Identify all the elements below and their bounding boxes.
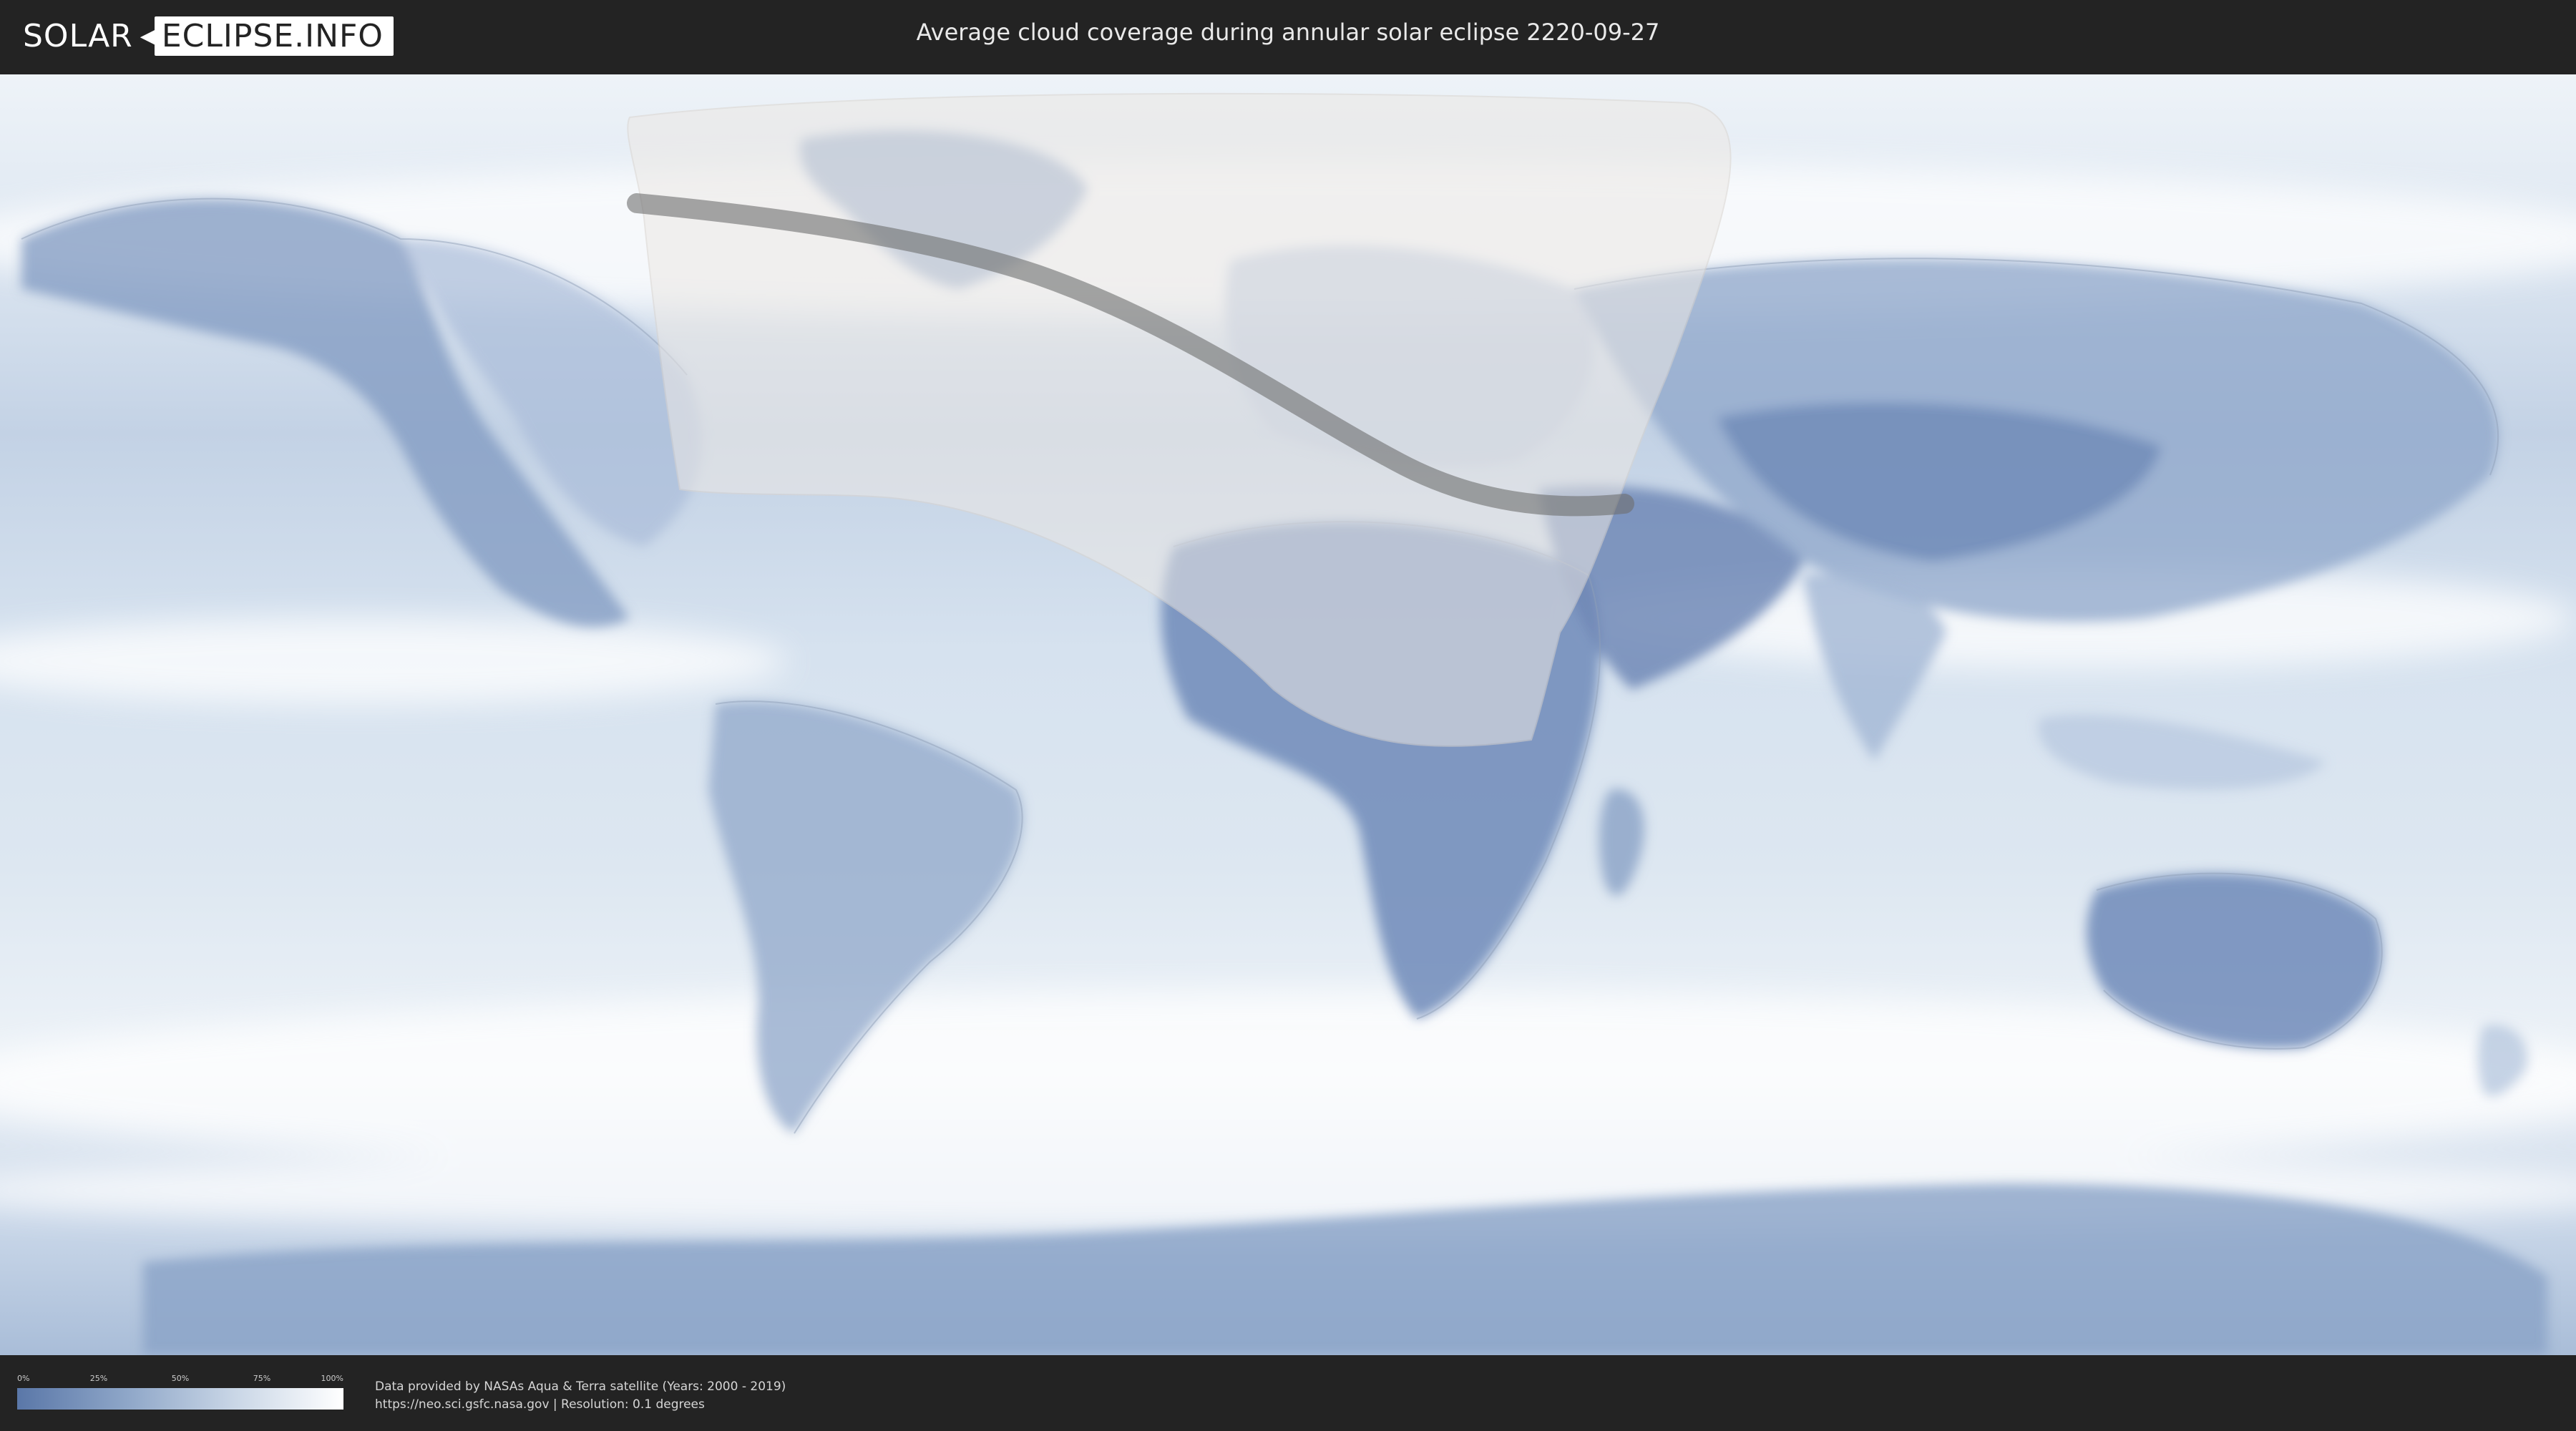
page-title: Average cloud coverage during annular so… — [916, 19, 1660, 46]
legend-tick-100: 100% — [321, 1374, 343, 1383]
legend-tick-75: 75% — [253, 1374, 271, 1383]
credits-line-url[interactable]: https://neo.sci.gsfc.nasa.gov | Resoluti… — [375, 1396, 786, 1414]
cloud-coverage-map[interactable] — [0, 74, 2576, 1355]
credits-line-source: Data provided by NASAs Aqua & Terra sate… — [375, 1379, 786, 1394]
data-credits: Data provided by NASAs Aqua & Terra sate… — [375, 1378, 786, 1414]
legend-tick-50: 50% — [171, 1374, 190, 1383]
world-map-svg — [0, 74, 2576, 1355]
header-bar: SOLAR ◀ ECLIPSE.INFO Average cloud cover… — [0, 0, 2576, 72]
legend-tick-25: 25% — [89, 1374, 108, 1383]
cloud-coverage-legend: 0% 25% 50% 75% 100% — [17, 1374, 343, 1411]
legend-tick-0: 0% — [17, 1374, 30, 1383]
legend-ticks: 0% 25% 50% 75% 100% — [17, 1374, 343, 1384]
footer-bar: 0% 25% 50% 75% 100% Data provided by NAS… — [0, 1357, 2576, 1431]
legend-gradient-bar — [17, 1388, 343, 1410]
